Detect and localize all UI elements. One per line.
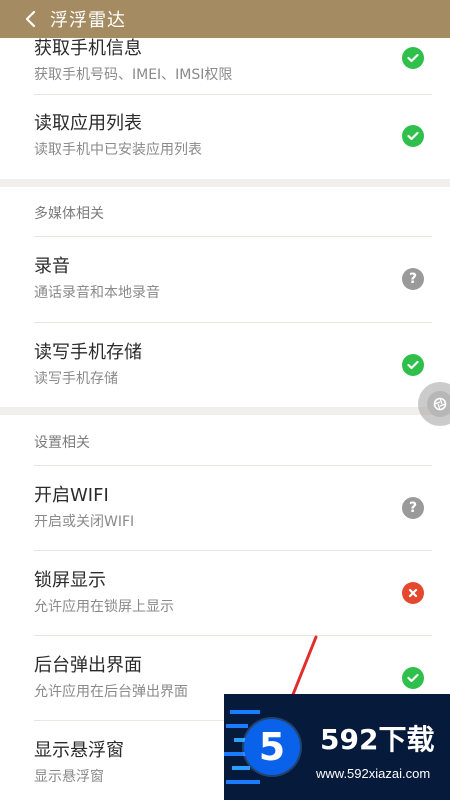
- permission-title: 显示悬浮窗: [34, 740, 124, 761]
- check-icon[interactable]: [402, 125, 424, 147]
- question-icon[interactable]: ?: [402, 497, 424, 519]
- permission-title: 开启WIFI: [34, 485, 109, 506]
- logo-digit: 5: [258, 725, 286, 769]
- permission-title: 后台弹出界面: [34, 655, 142, 676]
- permission-title: 获取手机信息: [34, 38, 142, 59]
- check-icon[interactable]: [402, 667, 424, 689]
- permission-subtitle: 开启或关闭WIFI: [34, 514, 135, 530]
- permission-title: 读取应用列表: [34, 113, 142, 134]
- logo-circle: 5: [244, 719, 300, 775]
- permission-subtitle: 通话录音和本地录音: [34, 285, 160, 301]
- chevron-left-icon: [25, 10, 36, 28]
- permission-title: 锁屏显示: [34, 570, 106, 591]
- aperture-icon: [427, 391, 450, 417]
- check-icon[interactable]: [402, 47, 424, 69]
- permission-row-recording[interactable]: 录音 通话录音和本地录音 ?: [0, 237, 450, 322]
- permission-subtitle: 允许应用在锁屏上显示: [34, 599, 174, 615]
- section-gap: [0, 179, 450, 187]
- check-icon[interactable]: [402, 354, 424, 376]
- question-icon[interactable]: ?: [402, 268, 424, 290]
- top-bar: 浮浮雷达: [0, 0, 450, 38]
- permission-subtitle: 读写手机存储: [34, 371, 118, 387]
- watermark-brand: 592下载: [320, 723, 435, 756]
- permission-subtitle: 显示悬浮窗: [34, 769, 104, 785]
- permission-title: 录音: [34, 256, 70, 277]
- permission-row-storage[interactable]: 读写手机存储 读写手机存储: [0, 323, 450, 407]
- watermark-url: www.592xiazai.com: [316, 766, 431, 781]
- permission-title: 读写手机存储: [34, 342, 142, 363]
- permission-screen: 浮浮雷达 获取手机信息 获取手机号码、IMEI、IMSI权限 读取应用列表 读取…: [0, 0, 450, 800]
- watermark-logo: 5 592下载 www.592xiazai.com: [224, 694, 450, 800]
- back-button[interactable]: [14, 0, 48, 38]
- permission-row-wifi[interactable]: 开启WIFI 开启或关闭WIFI ?: [0, 466, 450, 550]
- permission-subtitle: 允许应用在后台弹出界面: [34, 684, 188, 700]
- section-gap: [0, 407, 450, 415]
- section-header-multimedia: 多媒体相关: [34, 206, 104, 222]
- permission-row-app-list[interactable]: 读取应用列表 读取手机中已安装应用列表: [0, 95, 450, 179]
- section-header-settings: 设置相关: [34, 435, 90, 451]
- close-icon[interactable]: [402, 582, 424, 604]
- page-title: 浮浮雷达: [50, 10, 126, 31]
- permission-row-lockscreen[interactable]: 锁屏显示 允许应用在锁屏上显示: [0, 551, 450, 635]
- permission-subtitle: 读取手机中已安装应用列表: [34, 142, 202, 158]
- permission-list[interactable]: 获取手机信息 获取手机号码、IMEI、IMSI权限 读取应用列表 读取手机中已安…: [0, 38, 450, 800]
- permission-row-phone-info[interactable]: 获取手机信息 获取手机号码、IMEI、IMSI权限: [0, 38, 450, 86]
- permission-subtitle: 获取手机号码、IMEI、IMSI权限: [34, 67, 233, 83]
